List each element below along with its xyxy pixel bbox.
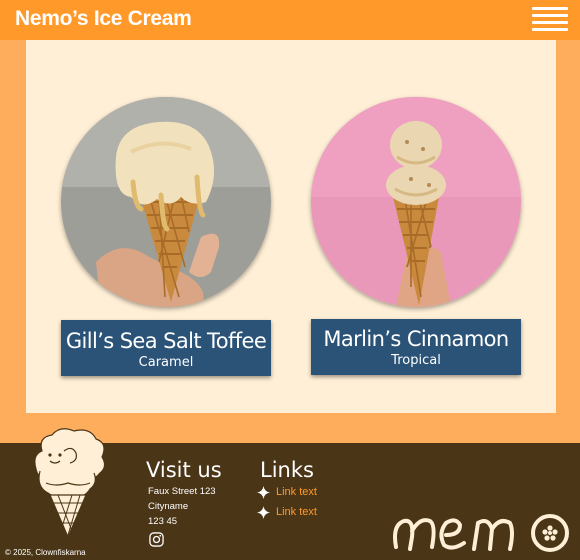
product-showcase: Gill’s Sea Salt Toffee Caramel Marlin’s …: [26, 40, 556, 413]
ice-cream-mascot-icon: [34, 428, 106, 539]
brand-title[interactable]: Nemo’s Ice Cream: [15, 7, 192, 31]
product-name: Marlin’s Cinnamon: [323, 327, 509, 351]
address-city: Cityname: [148, 501, 189, 512]
product-label[interactable]: Gill’s Sea Salt Toffee Caramel: [61, 320, 271, 376]
visit-us-heading: Visit us: [146, 458, 222, 482]
sparkle-icon: [257, 505, 270, 519]
footer-link[interactable]: Link text: [257, 504, 317, 520]
nemo-logo[interactable]: [390, 509, 575, 555]
product-label[interactable]: Marlin’s Cinnamon Tropical: [311, 319, 521, 375]
copyright-text: © 2025, Clownfiskarna: [5, 548, 86, 557]
address-postcode: 123 45: [148, 516, 178, 527]
footer-link[interactable]: Link text: [257, 484, 317, 500]
product-flavor: Caramel: [138, 355, 194, 370]
footer-link-label: Link text: [276, 506, 317, 518]
product-name: Gill’s Sea Salt Toffee: [65, 329, 267, 353]
sparkle-icon: [257, 485, 270, 499]
product-flavor: Tropical: [391, 353, 441, 368]
links-heading: Links: [260, 458, 314, 482]
hamburger-menu-icon[interactable]: [532, 5, 570, 33]
site-footer: © 2025, Clownfiskarna Visit us Faux Stre…: [0, 428, 580, 560]
ice-cream-cone-photo[interactable]: [311, 97, 521, 307]
instagram-icon[interactable]: [149, 532, 164, 547]
ice-cream-cone-photo[interactable]: [61, 97, 271, 307]
site-header: Nemo’s Ice Cream: [0, 0, 580, 40]
address-street: Faux Street 123: [148, 486, 216, 497]
footer-link-label: Link text: [276, 486, 317, 498]
